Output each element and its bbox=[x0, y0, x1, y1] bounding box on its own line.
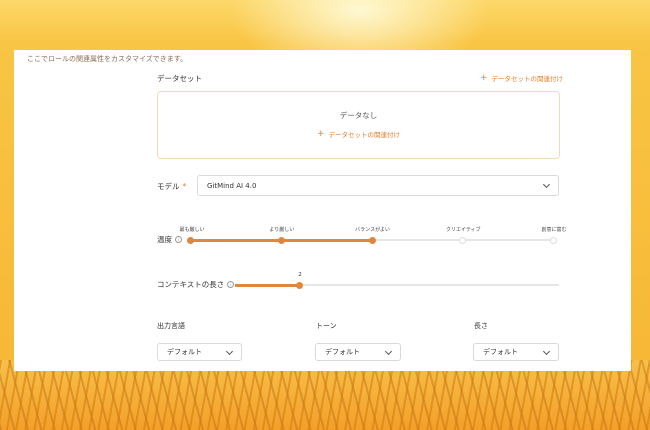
temperature-tick-label: 最も厳しい bbox=[179, 227, 205, 233]
link-dataset-label: データセットの関連付け bbox=[491, 75, 564, 83]
tone-label: トーン bbox=[316, 322, 337, 330]
temperature-step-dot[interactable] bbox=[187, 237, 194, 244]
chevron-down-icon bbox=[542, 347, 551, 355]
info-icon[interactable]: i bbox=[227, 281, 235, 288]
output-language-value: デフォルト bbox=[167, 348, 202, 356]
chevron-down-icon bbox=[542, 180, 551, 189]
temperature-step-dot[interactable] bbox=[550, 237, 557, 244]
temperature-label: 温度 i bbox=[157, 234, 182, 245]
plus-icon: + bbox=[316, 128, 325, 139]
plus-icon: + bbox=[480, 72, 488, 83]
model-value: GitMind AI 4.0 bbox=[207, 181, 257, 190]
info-icon[interactable]: i bbox=[175, 236, 182, 243]
temperature-tick-label: クリエイティブ bbox=[445, 227, 481, 233]
model-label-text: モデル bbox=[157, 182, 180, 191]
page-description: ここでロールの関連属性をカスタマイズできます。 bbox=[27, 55, 188, 63]
context-handle[interactable] bbox=[296, 282, 303, 289]
length-value: デフォルト bbox=[483, 348, 518, 356]
model-label: モデル * bbox=[157, 181, 186, 192]
output-language-label: 出力言語 bbox=[157, 322, 185, 330]
required-mark: * bbox=[182, 182, 187, 191]
context-label: コンテキストの長さ i bbox=[157, 279, 235, 290]
temperature-tick-label: より厳しい bbox=[269, 227, 295, 233]
empty-dataset-text: データなし bbox=[339, 111, 378, 120]
link-dataset-button[interactable]: + データセットの関連付け bbox=[480, 73, 563, 83]
tone-select[interactable]: デフォルト bbox=[315, 343, 401, 361]
dataset-box: データなし + データセットの関連付け bbox=[157, 91, 560, 159]
context-value: 2 bbox=[298, 272, 302, 278]
chevron-down-icon bbox=[225, 347, 234, 355]
length-label: 長さ bbox=[474, 322, 488, 330]
temperature-tick-label: バランスがよい bbox=[355, 227, 390, 233]
temperature-step-dot[interactable] bbox=[459, 237, 467, 244]
temperature-label-text: 温度 bbox=[157, 235, 172, 244]
chevron-down-icon bbox=[384, 347, 393, 355]
dataset-title: データセット bbox=[157, 74, 202, 83]
tone-value: デフォルト bbox=[325, 348, 360, 356]
context-label-text: コンテキストの長さ bbox=[157, 280, 225, 289]
length-select[interactable]: デフォルト bbox=[473, 343, 559, 361]
temperature-step-dot[interactable] bbox=[368, 237, 376, 244]
model-select[interactable]: GitMind AI 4.0 bbox=[197, 175, 559, 196]
temperature-tick-label: 創意に富む bbox=[541, 227, 567, 233]
output-language-select[interactable]: デフォルト bbox=[157, 343, 242, 361]
temperature-step-dot[interactable] bbox=[277, 237, 285, 244]
settings-panel: ここでロールの関連属性をカスタマイズできます。 データセット + データセットの… bbox=[14, 50, 631, 371]
link-dataset-inner-button[interactable]: + データセットの関連付け bbox=[158, 129, 559, 139]
context-fill bbox=[235, 284, 300, 287]
link-dataset-inner-label: データセットの関連付け bbox=[328, 131, 401, 139]
